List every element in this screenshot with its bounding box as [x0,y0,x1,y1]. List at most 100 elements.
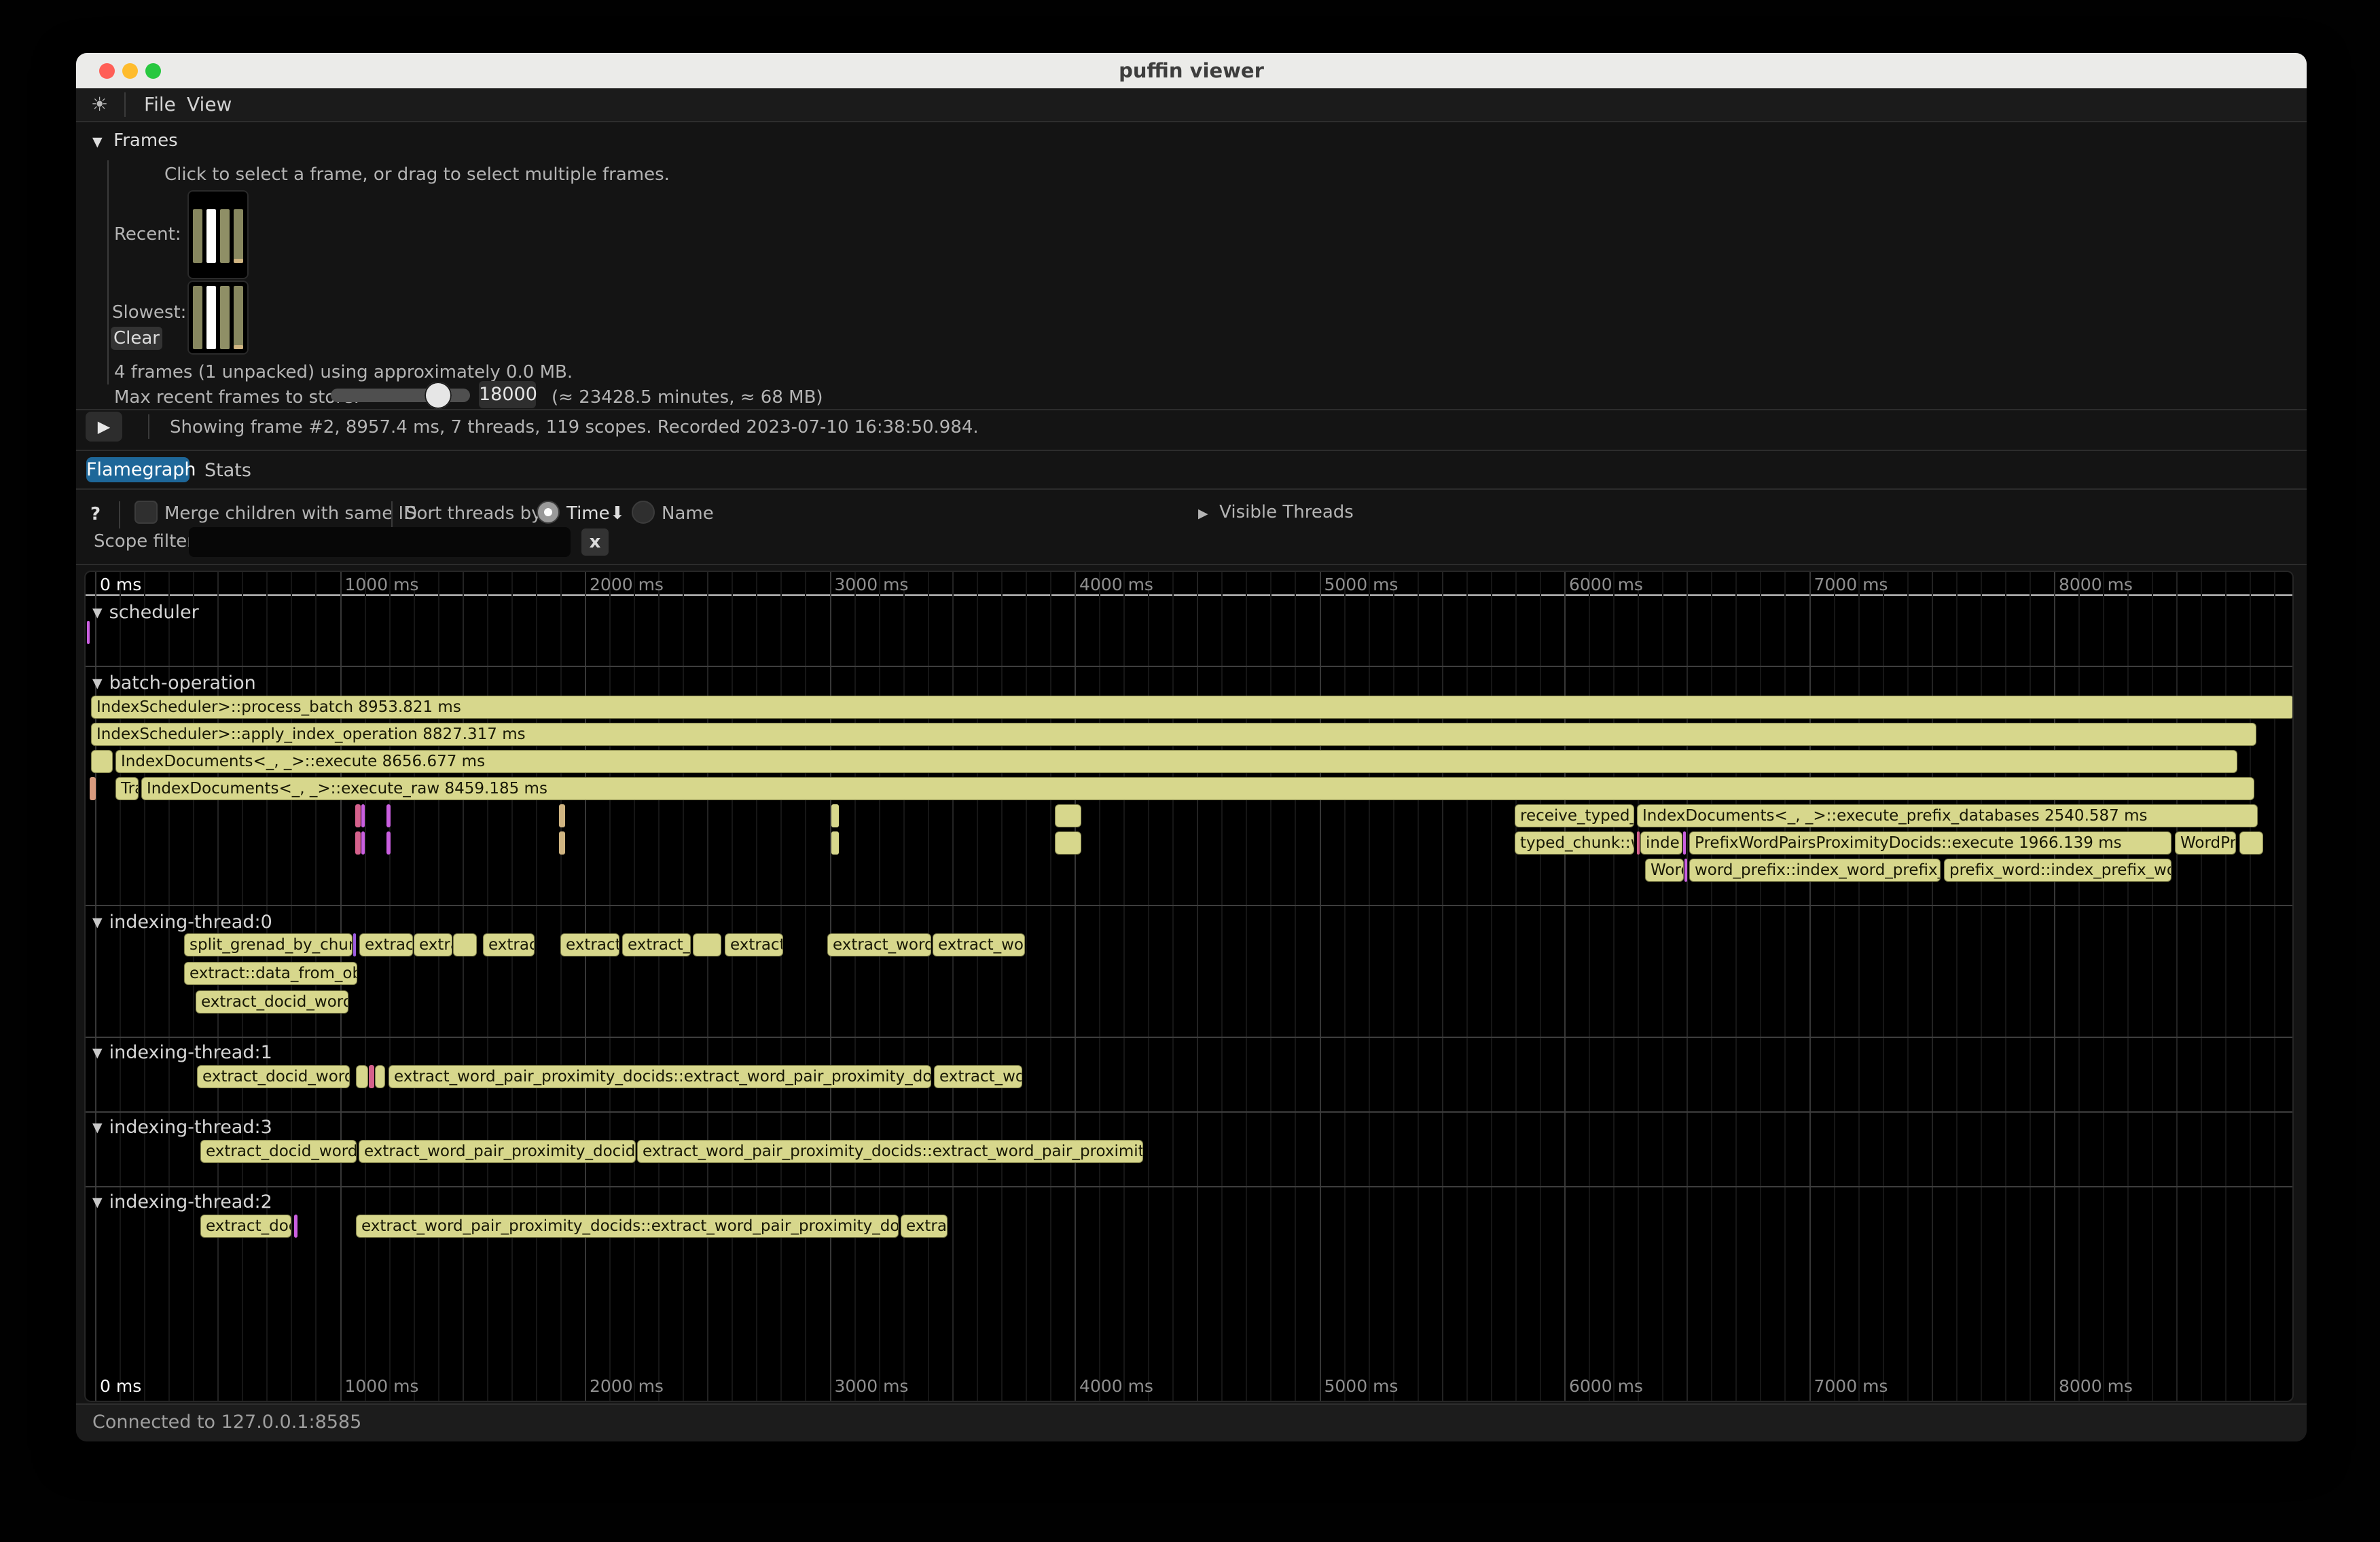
flame-scope-bar[interactable]: extract_ [560,933,619,956]
flame-scope-bar[interactable] [294,1215,298,1238]
flame-scope-bar[interactable]: IndexDocuments<_, _>::execute_raw 8459.1… [141,777,2254,800]
flame-scope-bar[interactable]: extrac [901,1215,948,1238]
slowest-frames-thumbnail[interactable] [187,281,249,355]
thread-section-header[interactable]: ▼batch-operation [92,673,256,694]
menu-view[interactable]: View [187,88,232,121]
flame-scope-bar[interactable]: extrac [483,933,535,956]
thread-section-header[interactable]: ▼indexing-thread:3 [92,1117,272,1138]
thread-section-separator [86,1186,2292,1187]
flame-scope-bar[interactable] [375,1065,385,1088]
thread-name: indexing-thread:2 [109,1191,272,1213]
sort-name-radio[interactable] [632,501,655,524]
theme-sun-icon[interactable]: ☀ [91,88,108,121]
separator [76,564,2307,565]
flame-scope-bar[interactable]: extract_word_pair_proximity_docids::extr… [356,1215,899,1238]
flame-scope-bar[interactable] [1055,831,1081,855]
flame-scope-bar[interactable] [91,750,113,773]
help-button[interactable]: ? [90,504,101,524]
flame-scope-bar[interactable]: extract_word_pair_proximity_docids::extr… [389,1065,931,1088]
flame-scope-bar[interactable] [693,933,721,956]
flame-scope-bar[interactable] [386,831,391,855]
play-button[interactable]: ▶ [86,412,122,442]
clear-button[interactable]: Clear [111,327,162,350]
flame-scope-bar[interactable] [1683,831,1686,855]
flame-scope-bar[interactable]: extract [725,933,783,956]
flamegraph-canvas[interactable]: 0 ms0 ms1000 ms1000 ms2000 ms2000 ms3000… [84,571,2294,1402]
flame-scope-bar[interactable]: receive_typed_ [1515,804,1634,827]
flame-scope-bar[interactable]: extract_wo [933,933,1025,956]
flame-scope-bar[interactable]: extract_docid_word [197,1065,350,1088]
max-frames-note: (≈ 23428.5 minutes, ≈ 68 MB) [552,387,823,408]
separator-vertical [119,501,120,528]
merge-children-checkbox[interactable] [134,501,158,524]
flame-scope-bar[interactable]: extract_word [827,933,931,956]
collapse-triangle-icon: ▼ [92,605,103,620]
scope-filter-input[interactable] [189,527,571,557]
flame-scope-bar[interactable]: IndexScheduler>::apply_index_operation 8… [91,723,2256,746]
flame-scope-bar[interactable] [87,621,90,644]
flame-scope-bar[interactable]: IndexDocuments<_, _>::execute_prefix_dat… [1637,804,2258,827]
flame-scope-bar[interactable] [361,804,365,827]
flame-scope-bar[interactable]: extra [414,933,452,956]
flame-scope-bar[interactable]: IndexDocuments<_, _>::execute 8656.677 m… [115,750,2237,773]
flame-scope-bar[interactable]: inde [1640,831,1682,855]
flame-scope-bar[interactable]: prefix_word::index_prefix_wo [1944,859,2171,882]
max-frames-value[interactable]: 18000 [479,381,536,408]
flame-scope-bar[interactable]: extract_ [622,933,691,956]
flame-scope-bar[interactable] [355,831,361,855]
flame-scope-bar[interactable] [559,804,565,827]
flame-scope-bar[interactable] [1055,804,1081,827]
flame-scope-bar[interactable] [361,831,365,855]
flame-scope-bar[interactable] [2239,831,2263,855]
flame-scope-bar[interactable]: extract_doc [200,1215,291,1238]
flame-scope-bar[interactable]: word_prefix::index_word_prefix_ [1689,859,1941,882]
flame-scope-bar[interactable]: extract_docid_word [200,1140,357,1163]
tab-stats[interactable]: Stats [204,460,251,481]
ruler-tick-label: 5000 ms [1324,575,1399,594]
thread-section-header[interactable]: ▼indexing-thread:0 [92,912,272,933]
flame-scope-bar[interactable] [355,804,361,827]
flame-scope-bar[interactable]: extract [359,933,413,956]
flame-scope-bar[interactable]: extract::data_from_ob [184,962,357,985]
sort-time-radio[interactable] [537,501,560,524]
flame-scope-bar[interactable]: extract_docid_word [196,990,348,1014]
frame-thumbnail-mark [234,345,243,349]
thread-section-header[interactable]: ▼indexing-thread:1 [92,1042,272,1063]
sort-descending-arrow-icon[interactable]: ⬇ [610,503,625,524]
flame-scope-bar[interactable]: extract_word_pair_proximity_docids::extr… [637,1140,1143,1163]
flame-scope-bar[interactable]: split_grenad_by_chun [184,933,353,956]
flame-scope-bar[interactable] [356,1065,368,1088]
flame-scope-bar[interactable]: extract_wo [934,1065,1022,1088]
thread-section-header[interactable]: ▼scheduler [92,602,199,623]
scope-filter-label: Scope filter: [94,531,200,552]
flame-scope-bar[interactable]: Word [1645,859,1684,882]
frames-section-header[interactable]: ▼ Frames [92,130,178,151]
flame-scope-bar[interactable] [559,831,565,855]
flame-scope-bar[interactable] [1684,859,1687,882]
menu-file[interactable]: File [144,88,176,121]
clear-filter-button[interactable]: x [581,528,609,556]
flame-scope-bar[interactable] [369,1065,374,1088]
frame-thumbnail-stripe [206,209,216,263]
tab-flamegraph[interactable]: Flamegraph [86,457,190,482]
thread-section-header[interactable]: ▼indexing-thread:2 [92,1191,272,1213]
flame-scope-bar[interactable]: IndexScheduler>::process_batch 8953.821 … [91,696,2294,719]
flame-scope-bar[interactable] [831,804,839,827]
flame-scope-bar[interactable]: typed_chunk::w [1515,831,1634,855]
flame-scope-bar[interactable]: Trans [115,777,139,800]
flame-scope-bar[interactable] [1637,831,1640,855]
thread-name: indexing-thread:0 [109,912,272,933]
flame-scope-bar[interactable]: WordPr [2175,831,2236,855]
max-frames-slider-knob[interactable] [425,382,452,409]
flame-scope-bar[interactable] [386,804,391,827]
flame-scope-bar[interactable] [831,831,839,855]
frame-thumbnail-stripe [234,286,243,349]
recent-frames-thumbnail[interactable] [187,190,249,279]
visible-threads-header[interactable]: ▶ Visible Threads [1198,502,1354,522]
flame-scope-bar[interactable] [90,777,96,800]
flame-scope-bar[interactable] [353,933,356,956]
flame-scope-bar[interactable]: PrefixWordPairsProximityDocids::execute … [1689,831,2171,855]
flame-scope-bar[interactable]: extract_word_pair_proximity_docids [359,1140,636,1163]
collapse-triangle-icon: ▼ [92,135,103,149]
flame-scope-bar[interactable] [453,933,477,956]
